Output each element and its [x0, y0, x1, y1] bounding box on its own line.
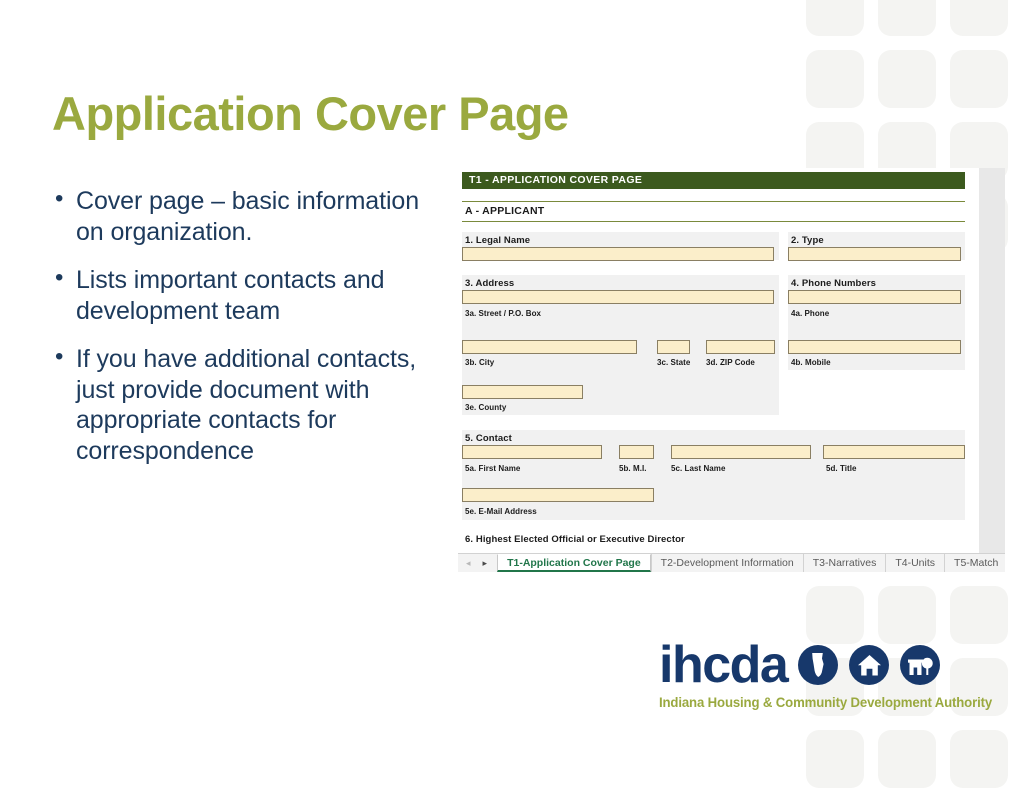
county-label: 3e. County [465, 403, 507, 412]
title-input[interactable] [823, 445, 965, 459]
worksheet-canvas: T1 - APPLICATION COVER PAGE A - APPLICAN… [458, 168, 979, 556]
section-applicant-label: A - APPLICANT [465, 205, 545, 217]
last-name-label: 5c. Last Name [671, 464, 726, 473]
previous-sheet-arrow-icon[interactable]: ◂ [466, 558, 471, 568]
contact-label: 5. Contact [465, 433, 512, 444]
decorative-square [878, 586, 936, 644]
page-title: Application Cover Page [52, 87, 569, 140]
zip-input[interactable] [706, 340, 775, 354]
state-label: 3c. State [657, 358, 691, 367]
mobile-input[interactable] [788, 340, 961, 354]
mobile-label: 4b. Mobile [791, 358, 831, 367]
legal-name-label: 1. Legal Name [465, 235, 531, 246]
bullet-dot-icon: • [55, 343, 64, 370]
bullet-dot-icon: • [55, 264, 64, 291]
section-rule-bottom [462, 221, 965, 222]
mi-input[interactable] [619, 445, 654, 459]
decorative-square [950, 730, 1008, 788]
house-icon [849, 645, 890, 685]
decorative-square [878, 0, 936, 36]
form-title-banner: T1 - APPLICATION COVER PAGE [462, 172, 965, 189]
bullet-dot-icon: • [55, 185, 64, 212]
type-label: 2. Type [791, 235, 824, 246]
state-input[interactable] [657, 340, 690, 354]
decorative-square [950, 50, 1008, 108]
city-input[interactable] [462, 340, 637, 354]
decorative-square [878, 730, 936, 788]
logo-row: ihcda [659, 636, 1002, 694]
decorative-square [878, 50, 936, 108]
street-input[interactable] [462, 290, 774, 304]
decorative-square [806, 0, 864, 36]
sheet-tab-t2[interactable]: T2-Development Information [650, 554, 803, 572]
decorative-square [806, 586, 864, 644]
email-input[interactable] [462, 488, 654, 502]
decorative-square [806, 50, 864, 108]
ihcda-logo: ihcda Indiana Housing & Community Develo… [659, 636, 1002, 710]
highest-official-label: 6. Highest Elected Official or Executive… [465, 534, 685, 545]
phone-numbers-label: 4. Phone Numbers [791, 278, 877, 289]
logo-tagline: Indiana Housing & Community Development … [659, 695, 993, 710]
bullet-list: • Cover page – basic information on orga… [48, 186, 440, 484]
legal-name-input[interactable] [462, 247, 774, 261]
decorative-square [950, 586, 1008, 644]
indiana-state-outline-icon [798, 645, 839, 685]
list-item-label: Cover page – basic information on organi… [76, 187, 420, 246]
sheet-tab-t5[interactable]: T5-Match [944, 554, 1005, 572]
excel-screenshot: T1 - APPLICATION COVER PAGE A - APPLICAN… [458, 168, 1005, 572]
email-label: 5e. E-Mail Address [465, 507, 537, 516]
city-label: 3b. City [465, 358, 495, 367]
street-label: 3a. Street / P.O. Box [465, 309, 542, 318]
sheet-tab-t1[interactable]: T1-Application Cover Page [497, 554, 651, 572]
logo-wordmark: ihcda [659, 636, 789, 694]
list-item: • Cover page – basic information on orga… [48, 186, 440, 247]
address-label: 3. Address [465, 278, 515, 289]
decorative-square [950, 0, 1008, 36]
list-item: • If you have additional contacts, just … [48, 344, 440, 466]
zip-label: 3d. ZIP Code [706, 358, 755, 367]
vertical-scrollbar[interactable] [979, 168, 1005, 556]
sheet-nav-arrows: ◂ ▸ [458, 554, 497, 572]
first-name-label: 5a. First Name [465, 464, 521, 473]
first-name-input[interactable] [462, 445, 602, 459]
list-item: • Lists important contacts and developme… [48, 265, 440, 326]
list-item-label: Lists important contacts and development… [76, 266, 385, 325]
contact-block [462, 430, 965, 520]
decorative-square [806, 730, 864, 788]
last-name-input[interactable] [671, 445, 811, 459]
title-label: 5d. Title [826, 464, 857, 473]
house-with-tree-icon [900, 645, 941, 685]
mi-label: 5b. M.I. [619, 464, 647, 473]
county-input[interactable] [462, 385, 583, 399]
type-input[interactable] [788, 247, 961, 261]
phone-input[interactable] [788, 290, 961, 304]
section-rule-top [462, 201, 965, 202]
phone-label: 4a. Phone [791, 309, 830, 318]
sheet-tab-t4[interactable]: T4-Units [885, 554, 944, 572]
sheet-tab-t3[interactable]: T3-Narratives [802, 554, 886, 572]
next-sheet-arrow-icon[interactable]: ▸ [483, 558, 488, 568]
worksheet-tab-bar: ◂ ▸ T1-Application Cover Page T2-Develop… [458, 553, 1005, 572]
list-item-label: If you have additional contacts, just pr… [76, 345, 417, 465]
